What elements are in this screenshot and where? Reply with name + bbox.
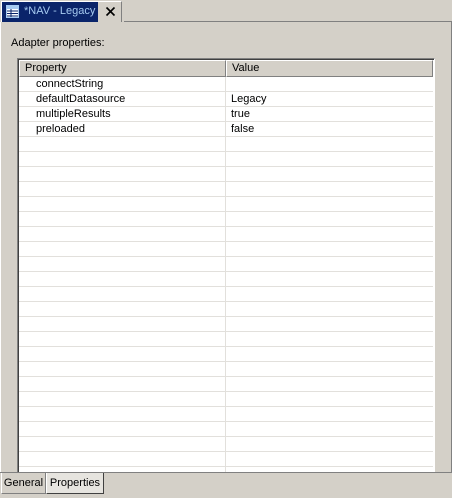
table-header: Property Value bbox=[19, 60, 433, 77]
empty-table-row[interactable] bbox=[19, 137, 433, 152]
close-icon[interactable] bbox=[105, 6, 116, 17]
property-cell: preloaded bbox=[36, 123, 85, 135]
column-header-value[interactable]: Value bbox=[226, 60, 433, 77]
column-header-property[interactable]: Property bbox=[19, 60, 226, 77]
empty-table-row[interactable] bbox=[19, 452, 433, 467]
tab-general[interactable]: General bbox=[1, 473, 46, 494]
tab-properties[interactable]: Properties bbox=[46, 473, 104, 494]
value-cell[interactable]: true bbox=[226, 107, 433, 121]
property-cell: multipleResults bbox=[36, 108, 111, 120]
editor-window: *NAV - Legacy Adapter properties: Proper… bbox=[0, 0, 452, 498]
empty-table-row[interactable] bbox=[19, 167, 433, 182]
table-row[interactable]: multipleResults true bbox=[19, 107, 433, 122]
table-row[interactable]: preloaded false bbox=[19, 122, 433, 137]
empty-table-row[interactable] bbox=[19, 272, 433, 287]
editor-tab-title: *NAV - Legacy bbox=[24, 5, 96, 17]
empty-table-row[interactable] bbox=[19, 377, 433, 392]
empty-table-row[interactable] bbox=[19, 437, 433, 452]
empty-table-row[interactable] bbox=[19, 332, 433, 347]
empty-table-row[interactable] bbox=[19, 182, 433, 197]
empty-table-row[interactable] bbox=[19, 392, 433, 407]
editor-table-icon bbox=[6, 5, 19, 18]
editor-tab-nav-legacy[interactable]: *NAV - Legacy bbox=[1, 1, 122, 22]
table-rows: connectString defaultDatasource Legacy mult… bbox=[19, 77, 433, 481]
empty-table-row[interactable] bbox=[19, 317, 433, 332]
empty-table-row[interactable] bbox=[19, 242, 433, 257]
empty-table-row[interactable] bbox=[19, 422, 433, 437]
properties-table-body: Property Value connectString defaultDatas… bbox=[18, 59, 434, 481]
property-cell: defaultDatasource bbox=[36, 93, 126, 105]
empty-table-row[interactable] bbox=[19, 212, 433, 227]
properties-table: Property Value connectString defaultDatas… bbox=[17, 58, 435, 482]
value-cell[interactable] bbox=[226, 77, 433, 91]
empty-table-row[interactable] bbox=[19, 152, 433, 167]
value-cell[interactable]: Legacy bbox=[226, 92, 433, 106]
adapter-properties-label: Adapter properties: bbox=[11, 37, 105, 49]
value-cell[interactable]: false bbox=[226, 122, 433, 136]
empty-table-row[interactable] bbox=[19, 362, 433, 377]
property-cell: connectString bbox=[36, 78, 104, 90]
table-row[interactable]: connectString bbox=[19, 77, 433, 92]
table-row[interactable]: defaultDatasource Legacy bbox=[19, 92, 433, 107]
empty-table-row[interactable] bbox=[19, 287, 433, 302]
empty-table-row[interactable] bbox=[19, 407, 433, 422]
empty-table-row[interactable] bbox=[19, 257, 433, 272]
bottom-tab-bar: General Properties bbox=[0, 472, 452, 498]
empty-table-row[interactable] bbox=[19, 347, 433, 362]
empty-table-row[interactable] bbox=[19, 197, 433, 212]
adapter-properties-panel: Adapter properties: Property Value conne… bbox=[0, 22, 452, 482]
empty-table-row[interactable] bbox=[19, 302, 433, 317]
editor-tab-active-area: *NAV - Legacy bbox=[2, 2, 98, 22]
editor-tab-strip: *NAV - Legacy bbox=[0, 0, 452, 22]
empty-table-row[interactable] bbox=[19, 227, 433, 242]
